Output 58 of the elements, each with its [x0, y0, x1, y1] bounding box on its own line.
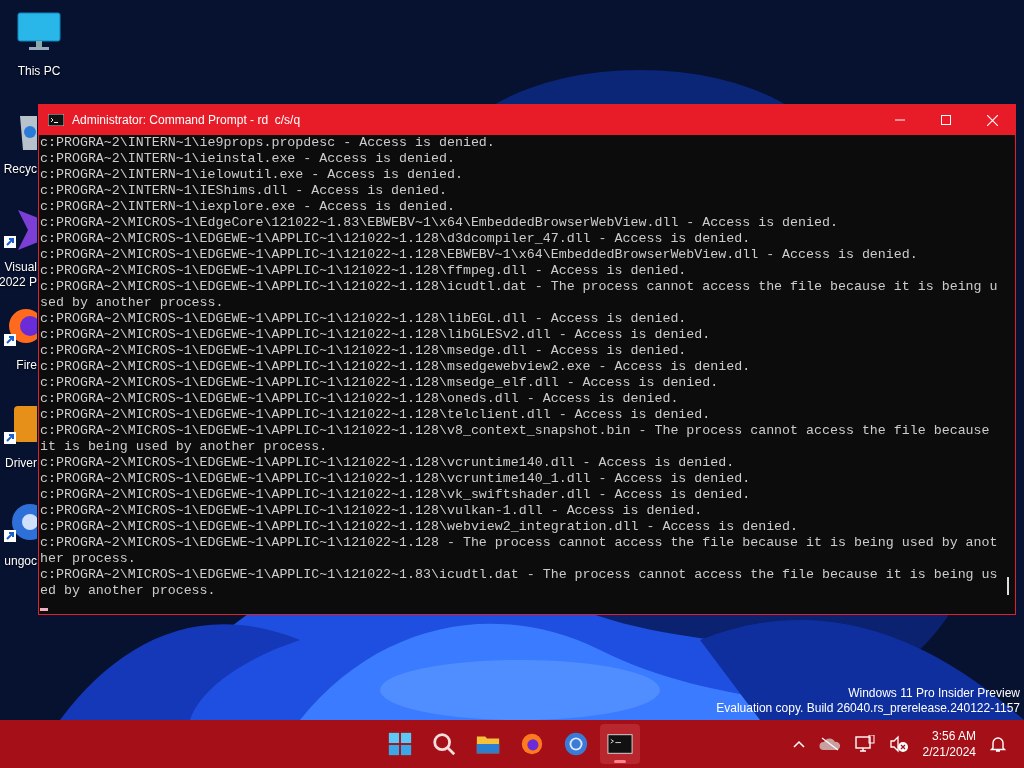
browser-icon — [563, 731, 589, 757]
icon-label: Driver — [5, 456, 37, 471]
console-icon — [48, 114, 64, 126]
cloud-icon[interactable] — [818, 737, 841, 751]
console-line: c:PROGRA~2\MICROS~1\EDGEWE~1\APPLIC~1\121022~1.128\libGLESv2.dll - Access is denied. — [40, 327, 712, 343]
watermark-text: Windows 11 Pro Insider Preview — [848, 686, 1020, 701]
chevron-up-icon[interactable] — [792, 740, 805, 748]
console-line: c:PROGRA~2\MICROS~1\EDGEWE~1\APPLIC~1\121022~1.128\vulkan-1.dll - Access is denied. — [40, 503, 704, 519]
scrollbar-thumb[interactable] — [1007, 577, 1009, 595]
console-line: c:PROGRA~2\INTERN~1\ieinstal.exe - Access is denied. — [40, 151, 456, 167]
maximize-icon — [941, 115, 951, 125]
terminal-icon — [607, 731, 633, 757]
icon-label: Fire — [16, 358, 37, 373]
text-cursor — [40, 608, 48, 611]
console-line: c:PROGRA~2\MICROS~1\EDGEWE~1\APPLIC~1\121022~1.128\icudtl.dat - The process cannot access the file because it is being u — [40, 279, 999, 295]
console-line: it is being used by another process. — [40, 439, 329, 455]
console-line: c:PROGRA~2\MICROS~1\EDGEWE~1\APPLIC~1\121022~1.128\d3dcompiler_47.dll - Access is denied. — [40, 231, 752, 247]
icon-label: Visual — [4, 260, 37, 275]
clock[interactable]: 3:56 AM 2/21/2024 — [922, 728, 976, 760]
start-icon — [387, 731, 413, 757]
console-line: c:PROGRA~2\INTERN~1\iexplore.exe - Access is denied. — [40, 199, 456, 215]
console-line: c:PROGRA~2\MICROS~1\EDGEWE~1\APPLIC~1\121022~1.128\v8_context_snapshot.bin - The process cannot access the file because — [40, 423, 991, 439]
console-line: c:PROGRA~2\MICROS~1\EdgeCore\121022~1.83\EBWEBV~1\x64\EmbeddedBrowserWebView.dll - Access is denied. — [40, 215, 839, 231]
console-line: c:PROGRA~2\MICROS~1\EDGEWE~1\APPLIC~1\121022~1.128\libEGL.dll - Access is denied. — [40, 311, 688, 327]
console-line: c:PROGRA~2\MICROS~1\EDGEWE~1\APPLIC~1\121022~1.128\ffmpeg.dll - Access is denied. — [40, 263, 688, 279]
icon-label: 2022 P — [0, 275, 37, 290]
console-line: c:PROGRA~2\MICROS~1\EDGEWE~1\APPLIC~1\121022~1.83\icudtl.dat - The process cannot access the file because it is being us — [40, 567, 999, 583]
console-line: c:PROGRA~2\MICROS~1\EDGEWE~1\APPLIC~1\121022~1.128\webview2_integration.dll - Access is denied. — [40, 519, 800, 535]
clock-date: 2/21/2024 — [922, 744, 976, 760]
console-line: c:PROGRA~2\MICROS~1\EDGEWE~1\APPLIC~1\121022~1.128\msedge.dll - Access is denied. — [40, 343, 688, 359]
console-line: c:PROGRA~2\MICROS~1\EDGEWE~1\APPLIC~1\121022~1.128\msedgewebview2.exe - Access is denied. — [40, 359, 752, 375]
console-line: c:PROGRA~2\MICROS~1\EDGEWE~1\APPLIC~1\121022~1.128\vcruntime140.dll - Access is denied. — [40, 455, 736, 471]
clock-time: 3:56 AM — [931, 728, 976, 744]
volume-muted-icon[interactable] — [888, 735, 909, 753]
console-line: c:PROGRA~2\MICROS~1\EDGEWE~1\APPLIC~1\121022~1.128 - The process cannot access the file because it is being used by anot — [40, 535, 999, 551]
icon-label: This PC — [17, 64, 61, 79]
window-title: Administrator: Command Prompt - rd c/s/q — [72, 113, 302, 127]
search-icon — [431, 731, 457, 757]
console-line: ed by another process. — [40, 583, 217, 599]
terminal-taskbar-button[interactable] — [600, 724, 640, 764]
console-line: c:PROGRA~2\MICROS~1\EDGEWE~1\APPLIC~1\121022~1.128\msedge_elf.dll - Access is denied. — [40, 375, 720, 391]
console-line: c:PROGRA~2\MICROS~1\EDGEWE~1\APPLIC~1\121022~1.128\vk_swiftshader.dll - Access is denied. — [40, 487, 752, 503]
console-line: c:PROGRA~2\MICROS~1\EDGEWE~1\APPLIC~1\121022~1.128\vcruntime140_1.dll - Access is denied. — [40, 471, 752, 487]
console-line: c:PROGRA~2\MICROS~1\EDGEWE~1\APPLIC~1\121022~1.128\oneds.dll - Access is denied. — [40, 391, 680, 407]
watermark-text: Evaluation copy. Build 26040.rs_prerelease.240122-1157 — [716, 701, 1020, 716]
icon-label: ungoc — [4, 554, 37, 569]
notification-bell-icon[interactable] — [990, 735, 1006, 753]
fox-icon — [519, 731, 545, 757]
icon-label: Recyc — [3, 162, 37, 177]
console-line: c:PROGRA~2\MICROS~1\EDGEWE~1\APPLIC~1\121022~1.128\telclient.dll - Access is denied. — [40, 407, 712, 423]
console-line: sed by another process. — [40, 295, 225, 311]
console-line: c:PROGRA~2\INTERN~1\IEShims.dll - Access is denied. — [40, 183, 448, 199]
console-line: c:PROGRA~2\MICROS~1\EDGEWE~1\APPLIC~1\121022~1.128\EBWEBV~1\x64\EmbeddedBrowserWebView.dll - Access is denied. — [40, 247, 919, 263]
close-icon — [986, 114, 998, 126]
console-line: c:PROGRA~2\INTERN~1\ielowutil.exe - Access is denied. — [40, 167, 464, 183]
console-line: c:PROGRA~2\INTERN~1\ie9props.propdesc - Access is denied. — [40, 135, 496, 151]
console-line: her process. — [40, 551, 137, 567]
network-icon[interactable] — [854, 735, 875, 753]
